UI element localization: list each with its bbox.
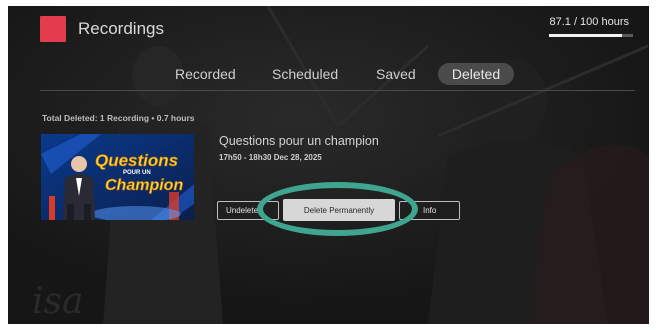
storage-usage-fill (549, 34, 623, 37)
app-logo (40, 16, 66, 42)
deleted-summary: Total Deleted: 1 Recording • 0.7 hours (42, 113, 195, 123)
svg-text:Champion: Champion (105, 177, 183, 194)
storage-usage-bar (549, 34, 633, 37)
svg-text:Questions: Questions (95, 151, 178, 170)
tv-screen: Recordings 87.1 / 100 hours Recorded Sch… (8, 6, 649, 324)
tab-saved[interactable]: Saved (376, 63, 416, 85)
tab-recorded[interactable]: Recorded (175, 63, 236, 85)
recording-thumbnail[interactable]: Questions POUR UN Champion (41, 134, 194, 220)
page-title: Recordings (78, 19, 164, 38)
delete-permanently-button[interactable]: Delete Permanently (283, 199, 395, 221)
tab-scheduled[interactable]: Scheduled (272, 63, 338, 85)
tab-deleted[interactable]: Deleted (438, 63, 514, 85)
info-button[interactable]: Info (399, 201, 460, 220)
recording-title: Questions pour un champion (219, 134, 379, 148)
svg-text:POUR UN: POUR UN (123, 170, 151, 176)
recording-time: 17h50 - 18h30 Dec 28, 2025 (219, 153, 322, 162)
header-divider (40, 90, 635, 91)
undelete-button[interactable]: Undelete (217, 201, 279, 220)
storage-usage-text: 87.1 / 100 hours (549, 16, 629, 28)
watermark-logo: isa (32, 281, 84, 322)
show-thumbnail-image: Questions POUR UN Champion (41, 134, 194, 220)
